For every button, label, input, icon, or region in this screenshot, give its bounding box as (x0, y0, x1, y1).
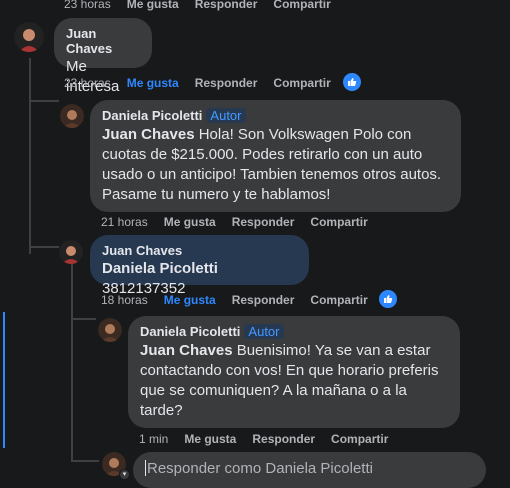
mention-link[interactable]: Juan Chaves (140, 342, 233, 359)
comment-author[interactable]: Juan Chaves (66, 26, 140, 56)
like-button[interactable]: Me gusta (164, 293, 216, 307)
reply-button[interactable]: Responder (232, 293, 295, 307)
thread-line (29, 58, 31, 128)
comment-time[interactable]: 21 horas (101, 215, 148, 229)
share-button[interactable]: Compartir (310, 215, 367, 229)
focus-indicator (3, 312, 5, 448)
comment-author[interactable]: Juan Chaves (102, 243, 297, 258)
avatar[interactable] (14, 22, 44, 52)
avatar[interactable] (60, 104, 84, 128)
comment-header: Daniela Picoletti Autor (140, 324, 448, 339)
share-button[interactable]: Compartir (273, 0, 330, 11)
comment-bubble: Daniela Picoletti Autor Juan Chaves Bueni… (128, 316, 460, 428)
mention-link[interactable]: Juan Chaves (102, 126, 195, 143)
share-button[interactable]: Compartir (273, 76, 330, 90)
avatar[interactable] (59, 240, 83, 264)
comment-bubble: Daniela Picoletti Autor Juan Chaves Hola!… (90, 100, 461, 212)
thread-connector (29, 246, 59, 248)
thread-line (29, 126, 31, 254)
comment-actions-top: 23 horas Me gusta Responder Compartir (64, 0, 347, 11)
comment-actions: 18 horas Me gusta Responder Compartir (101, 293, 384, 307)
avatar[interactable] (98, 318, 122, 342)
text-cursor (145, 460, 146, 476)
reply-button[interactable]: Responder (252, 432, 315, 446)
comment-bubble: Juan Chaves Me interesa (54, 18, 152, 95)
comment-author[interactable]: Daniela Picoletti (140, 324, 240, 339)
like-reaction-icon[interactable] (341, 71, 363, 93)
reply-button[interactable]: Responder (195, 76, 258, 90)
author-badge: Autor (244, 324, 284, 339)
comment-text: Juan Chaves Buenisimo! Ya se van a estar… (140, 341, 448, 421)
reply-button[interactable]: Responder (232, 215, 295, 229)
chevron-down-icon[interactable]: ▾ (119, 469, 130, 480)
share-button[interactable]: Compartir (331, 432, 388, 446)
author-badge: Autor (206, 108, 246, 123)
like-reaction-icon[interactable] (377, 288, 399, 310)
like-button[interactable]: Me gusta (127, 76, 179, 90)
like-button[interactable]: Me gusta (164, 215, 216, 229)
comment-time[interactable]: 1 min (139, 432, 168, 446)
comment-actions: 23 horas Me gusta Responder Compartir (64, 76, 347, 90)
like-button[interactable]: Me gusta (127, 0, 179, 11)
comment-time: 23 horas (64, 0, 111, 11)
comment-header: Daniela Picoletti Autor (102, 108, 449, 123)
share-button[interactable]: Compartir (310, 293, 367, 307)
comment-time[interactable]: 23 horas (64, 76, 111, 90)
reply-button[interactable]: Responder (195, 0, 258, 11)
comment-bubble: Juan Chaves Daniela Picoletti 3812137352 (90, 235, 309, 297)
comment-text: Juan Chaves Hola! Son Volkswagen Polo co… (102, 125, 449, 205)
comment-actions: 1 min Me gusta Responder Compartir (139, 432, 404, 446)
like-button[interactable]: Me gusta (184, 432, 236, 446)
thread-connector (29, 100, 59, 102)
comment-actions: 21 horas Me gusta Responder Compartir (101, 215, 384, 229)
comment-author[interactable]: Daniela Picoletti (102, 108, 202, 123)
thread-connector (71, 318, 96, 320)
reply-input-placeholder: Responder como Daniela Picoletti (147, 460, 373, 477)
mention-link[interactable]: Daniela Picoletti (102, 260, 218, 277)
thread-line (71, 262, 73, 462)
reply-input[interactable]: Responder como Daniela Picoletti (133, 452, 486, 488)
comment-time[interactable]: 18 horas (101, 293, 148, 307)
thread-connector (71, 460, 99, 462)
